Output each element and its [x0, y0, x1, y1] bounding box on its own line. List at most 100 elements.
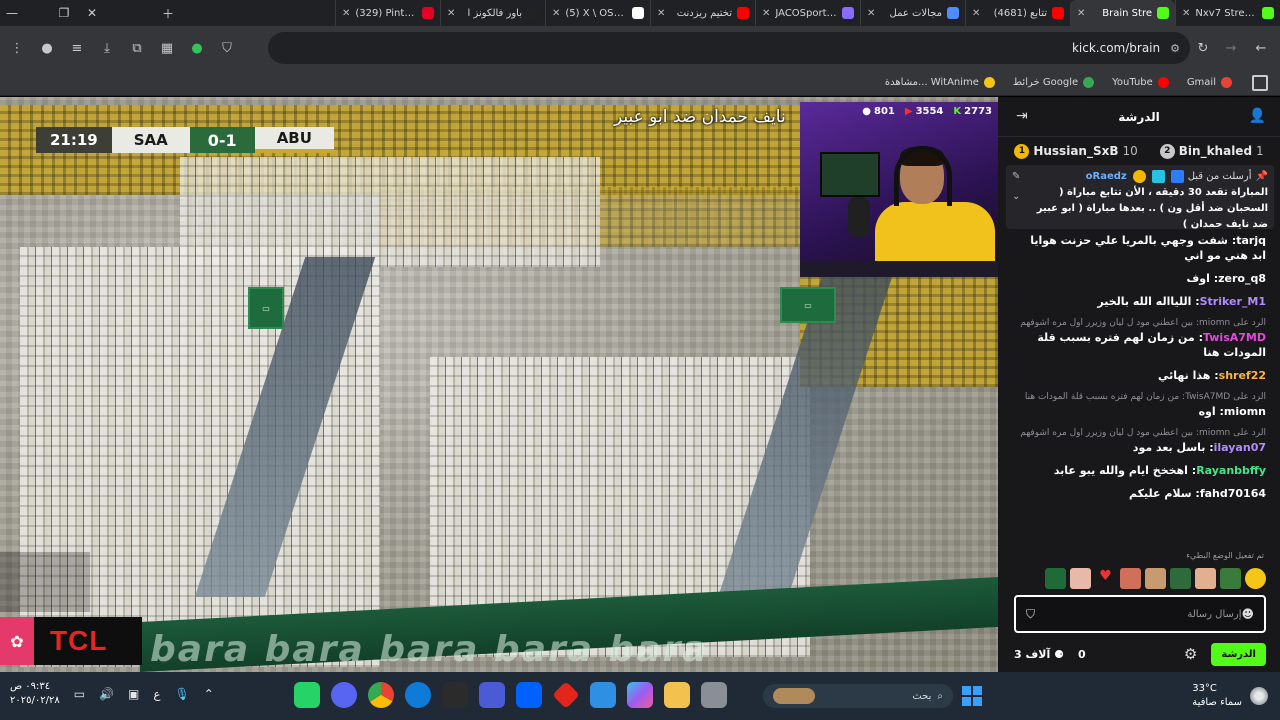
emote-icon[interactable]: [1145, 567, 1166, 589]
reload-icon[interactable]: ↻: [1188, 33, 1218, 63]
chat-username[interactable]: ilayan07: [1214, 441, 1266, 454]
taskbar-search[interactable]: بحث ⌕: [763, 684, 953, 708]
show-hidden-icons-icon[interactable]: ⌃: [204, 687, 214, 701]
bookmark-item[interactable]: Gmail: [1187, 77, 1232, 88]
back-icon[interactable]: →: [1216, 33, 1246, 63]
video-player[interactable]: ▭ ▭ bara bara bara bara bara 21:19 SAA 0…: [0, 97, 998, 672]
file-explorer-icon[interactable]: [664, 682, 690, 708]
app-icon[interactable]: [701, 682, 727, 708]
browser-tab[interactable]: (329) Pintere ✕: [335, 0, 440, 26]
site-settings-icon[interactable]: ⚙: [1170, 42, 1180, 55]
volume-icon[interactable]: 🔊: [99, 687, 114, 701]
emote-icon[interactable]: [1220, 567, 1241, 589]
browser-tab[interactable]: JACOSport Li ✕: [755, 0, 860, 26]
chat-username[interactable]: fahd70164: [1200, 487, 1266, 500]
tab-close-icon[interactable]: ✕: [867, 8, 875, 19]
tab-close-icon[interactable]: ✕: [1182, 8, 1190, 19]
heart-emote-icon[interactable]: ♥: [1095, 568, 1116, 589]
tab-close-icon[interactable]: ✕: [342, 8, 350, 19]
browser-tab[interactable]: (5) X \ OSAM ✕: [545, 0, 650, 26]
adblock-icon[interactable]: ●: [182, 33, 212, 63]
weather-widget[interactable]: 33°C سماء صافية: [1192, 682, 1268, 710]
browser-tab[interactable]: باور فالكونز ا ✕: [440, 0, 545, 26]
unpin-icon[interactable]: ✎: [1012, 171, 1020, 182]
bookmark-item[interactable]: مشاهدة... WitAnime: [885, 77, 995, 88]
users-icon[interactable]: 👤: [1249, 108, 1266, 124]
send-chat-button[interactable]: الدرشة: [1211, 642, 1266, 666]
restore-button[interactable]: ❐: [52, 0, 76, 26]
download-icon[interactable]: ⤓: [92, 33, 122, 63]
tab-close-icon[interactable]: ✕: [447, 8, 455, 19]
tab-close-icon[interactable]: ✕: [657, 8, 665, 19]
chrome-icon[interactable]: [368, 682, 394, 708]
browser-tab[interactable]: (4681) تتابع ✕: [965, 0, 1070, 26]
edge-icon[interactable]: [405, 682, 431, 708]
streamer-webcam: ● 801 ▶ 3554 K 2773: [800, 102, 998, 277]
extension-icon[interactable]: ▦: [152, 33, 182, 63]
pinned-user[interactable]: oRaedz: [1086, 171, 1127, 182]
chat-input-box[interactable]: ☻ ⛉: [1014, 595, 1266, 633]
microphone-icon[interactable]: 🎙: [175, 687, 190, 701]
app-icon[interactable]: [479, 682, 505, 708]
chat-username[interactable]: tarjq: [1236, 234, 1266, 247]
copilot-icon[interactable]: [627, 682, 653, 708]
all-bookmarks-icon[interactable]: [1252, 75, 1268, 91]
chat-username[interactable]: shref22: [1219, 369, 1266, 382]
shield-icon[interactable]: ⛉: [212, 33, 242, 63]
tab-close-icon[interactable]: ✕: [1077, 8, 1085, 19]
chat-input[interactable]: [1035, 608, 1242, 620]
expand-icon[interactable]: ⌄: [1012, 191, 1020, 202]
points-count[interactable]: 0: [1078, 648, 1086, 661]
emote-icon[interactable]: [1070, 567, 1091, 589]
tab-close-icon[interactable]: ✕: [972, 8, 980, 19]
extensions-icon[interactable]: ⧉: [122, 33, 152, 63]
chat-username[interactable]: miomn: [1224, 405, 1266, 418]
discord-icon[interactable]: [331, 682, 357, 708]
browser-tab[interactable]: تختيم ريزدنت ✕: [650, 0, 755, 26]
chat-username[interactable]: Striker_M1: [1200, 295, 1266, 308]
emote-icon[interactable]: [1195, 567, 1216, 589]
home-team: SAA: [111, 127, 190, 153]
emoji-picker-icon[interactable]: ☻: [1241, 607, 1254, 621]
network-icon[interactable]: ▣: [128, 687, 139, 701]
input-language[interactable]: ع: [153, 687, 160, 701]
emote-icon[interactable]: [1170, 567, 1191, 589]
tab-close-icon[interactable]: ✕: [552, 8, 560, 19]
chat-username[interactable]: TwisA7MD: [1203, 331, 1266, 344]
dropbox-icon[interactable]: [516, 682, 542, 708]
menu-icon[interactable]: ⋮: [2, 33, 32, 63]
followers-stat[interactable]: 3 آلاف ⚈: [1014, 648, 1064, 661]
bookmark-item[interactable]: خرائط Google: [1013, 77, 1095, 88]
browser-tab[interactable]: Brain Stre ✕: [1070, 0, 1175, 26]
pinned-message[interactable]: 📌 أرسلت من قبل oRaedz المباراة تقعد 30 د…: [1006, 165, 1274, 230]
minimize-button[interactable]: —: [0, 0, 24, 26]
browser-tab[interactable]: مجالات عمل ✕: [860, 0, 965, 26]
new-tab-button[interactable]: ＋: [156, 0, 180, 26]
emote-icon[interactable]: [1045, 567, 1066, 589]
top-gifter[interactable]: 1 Hussian_SxB 10: [1014, 143, 1138, 159]
settings-gear-icon[interactable]: ⚙: [1184, 645, 1197, 663]
whatsapp-icon[interactable]: [294, 682, 320, 708]
app-icon[interactable]: [552, 681, 580, 709]
epic-games-icon[interactable]: [442, 682, 468, 708]
emoji-icon[interactable]: [1245, 567, 1266, 589]
mail-icon[interactable]: [590, 682, 616, 708]
chat-colon: :: [1191, 295, 1200, 308]
media-control-icon[interactable]: ≡: [62, 33, 92, 63]
profile-icon[interactable]: ●: [32, 33, 62, 63]
forward-icon[interactable]: ←: [1246, 33, 1276, 63]
top-gifter[interactable]: 2 Bin_khaled 1: [1159, 143, 1264, 159]
browser-tab[interactable]: Nxv7 Stream ✕: [1175, 0, 1280, 26]
collapse-chat-icon[interactable]: ⇥: [1016, 108, 1028, 124]
address-bar[interactable]: kick.com/brain ⚙: [268, 32, 1190, 64]
emote-icon[interactable]: [1120, 567, 1141, 589]
tab-close-icon[interactable]: ✕: [762, 8, 770, 19]
chat-username[interactable]: zero_q8: [1218, 272, 1266, 285]
windows-start-icon[interactable]: [962, 686, 982, 706]
clock[interactable]: ٠٩:٣٤ ص ٢٠٢٥/٠٢/٢٨: [10, 680, 60, 708]
chat-username[interactable]: Rayanbbffy: [1196, 464, 1266, 477]
battery-icon[interactable]: ▭: [74, 687, 85, 701]
shield-icon[interactable]: ⛉: [1026, 607, 1035, 622]
bookmark-item[interactable]: YouTube: [1112, 77, 1169, 88]
close-window-button[interactable]: ✕: [80, 0, 104, 26]
